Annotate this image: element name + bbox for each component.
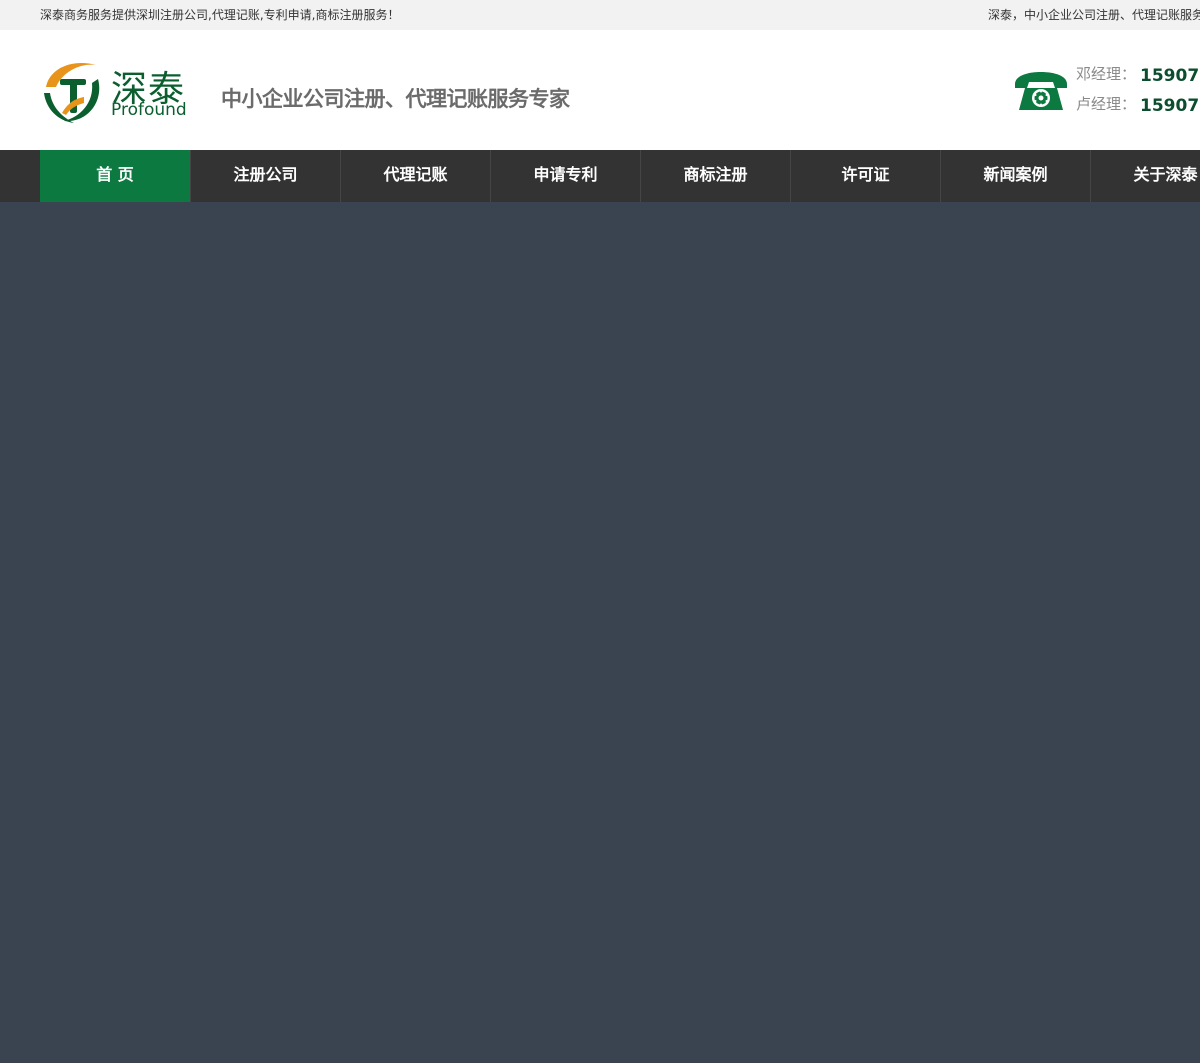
nav-item-news-cases[interactable]: 新闻案例 [940, 150, 1090, 202]
nav-item-about[interactable]: 关于深泰 [1090, 150, 1200, 202]
contact-name: 卢经理： [1076, 95, 1137, 113]
contact-name: 邓经理： [1076, 65, 1137, 83]
contact-row-deng: 邓经理：15907558 [1076, 63, 1200, 86]
nav-item-home[interactable]: 首 页 [40, 150, 190, 202]
contact-row-lu: 卢经理：15907558 [1076, 93, 1200, 116]
main-nav: 首 页 注册公司 代理记账 申请专利 商标注册 许可证 新闻案例 关于深泰 [0, 150, 1200, 202]
logo-text-english: Profound [111, 100, 187, 120]
top-utility-bar: 深泰商务服务提供深圳注册公司,代理记账,专利申请,商标注册服务！ 深泰，中小企业… [0, 0, 1200, 30]
site-header: 深泰 Profound 中小企业公司注册、代理记账服务专家 邓经理：159075… [0, 30, 1200, 150]
nav-item-patent[interactable]: 申请专利 [490, 150, 640, 202]
contact-phone-number[interactable]: 15907558 [1140, 66, 1200, 86]
topbar-tagline-text: 深泰，中小企业公司注册、代理记账服务专家 [988, 8, 1200, 22]
nav-item-trademark[interactable]: 商标注册 [640, 150, 790, 202]
topbar-welcome-text: 深泰商务服务提供深圳注册公司,代理记账,专利申请,商标注册服务！ [40, 8, 400, 22]
main-content-area [0, 202, 1200, 1063]
phone-icon [1015, 72, 1067, 110]
nav-item-license[interactable]: 许可证 [790, 150, 940, 202]
header-slogan: 中小企业公司注册、代理记账服务专家 [221, 87, 570, 111]
nav-item-bookkeeping[interactable]: 代理记账 [340, 150, 490, 202]
contact-phone-number[interactable]: 15907558 [1140, 96, 1200, 116]
nav-item-register-company[interactable]: 注册公司 [190, 150, 340, 202]
